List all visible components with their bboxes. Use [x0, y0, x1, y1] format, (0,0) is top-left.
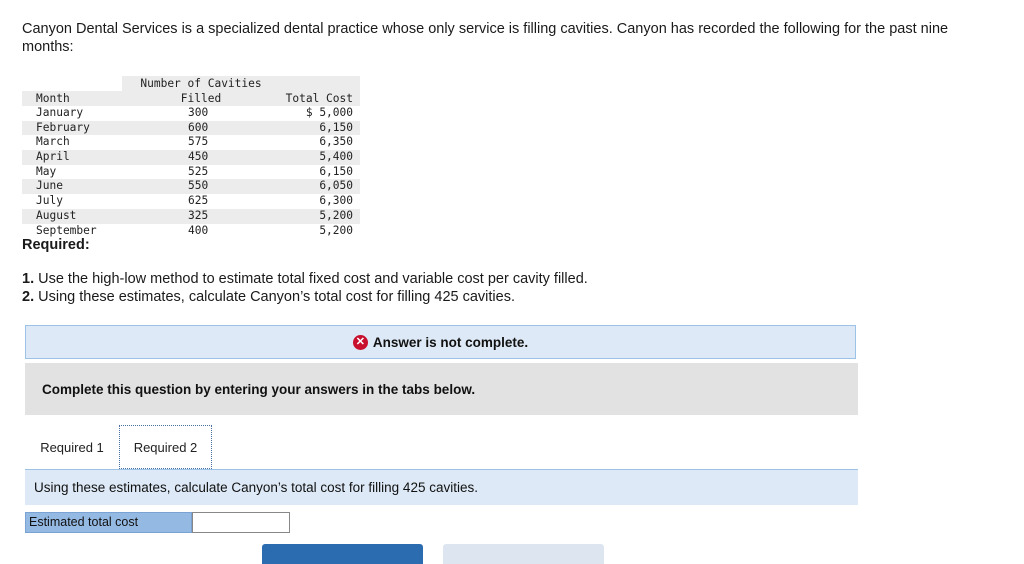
- question-text: Use the high-low method to estimate tota…: [34, 271, 588, 287]
- cell-cavities: 525: [188, 164, 209, 178]
- cell-month: August: [36, 208, 77, 222]
- table-row: March 575 6,350: [22, 135, 360, 150]
- estimated-total-cost-input[interactable]: [192, 512, 290, 533]
- header-month-spacer: [22, 76, 122, 91]
- table-row: June 550 6,050: [22, 179, 360, 195]
- cell-cost: 6,150: [319, 164, 353, 178]
- estimated-total-cost-label: Estimated total cost: [25, 512, 192, 533]
- header-cavities: Filled: [122, 91, 280, 106]
- table-header-bottom: Month Filled Total Cost: [22, 91, 360, 106]
- cell-cavities: 300: [188, 106, 209, 119]
- cell-cost: 5,200: [319, 223, 353, 237]
- x-circle-icon: ✕: [352, 334, 368, 350]
- answer-status-banner: ✕ Answer is not complete.: [25, 325, 856, 359]
- table-body: January 300 $ 5,000 February 600 6,150 M…: [22, 106, 360, 238]
- cell-cost: 6,050: [319, 179, 353, 193]
- cell-month: July: [36, 194, 63, 208]
- cell-cavities: 450: [188, 150, 209, 164]
- instructions-bar: Complete this question by entering your …: [25, 363, 858, 415]
- answer-status-text: Answer is not complete.: [372, 334, 529, 350]
- previous-tab-button[interactable]: [262, 544, 423, 564]
- cell-month: March: [36, 135, 70, 149]
- cell-cost: $ 5,000: [305, 106, 353, 119]
- cell-month: April: [36, 150, 70, 164]
- table-header-top: Number of Cavities: [22, 76, 360, 91]
- table-row: January 300 $ 5,000: [22, 106, 360, 121]
- cell-month: June: [36, 179, 63, 193]
- table-row: September 400 5,200: [22, 224, 360, 239]
- cell-month: May: [36, 164, 57, 178]
- question-number: 1.: [22, 271, 35, 287]
- table-row: May 525 6,150: [22, 165, 360, 180]
- header-cost-spacer: [280, 76, 360, 91]
- required-heading: Required:: [22, 237, 90, 253]
- question-item: 1. Use the high-low method to estimate t…: [22, 270, 588, 288]
- cell-cost: 6,300: [319, 194, 353, 208]
- cell-cost: 5,200: [319, 208, 353, 222]
- table-row: February 600 6,150: [22, 120, 360, 136]
- cost-data-table: Number of Cavities Month Filled Total Co…: [22, 76, 360, 238]
- tab-required-2[interactable]: Required 2: [119, 425, 212, 469]
- cell-cavities: 400: [188, 223, 209, 237]
- question-item: 2. Using these estimates, calculate Cany…: [22, 288, 588, 306]
- intro-text: Canyon Dental Services is a specialized …: [22, 21, 949, 55]
- header-month: Month: [22, 91, 122, 106]
- question-number: 2.: [22, 289, 35, 305]
- cell-cavities: 600: [188, 120, 209, 134]
- tab-required-1[interactable]: Required 1: [26, 425, 118, 469]
- cell-month: September: [36, 223, 97, 237]
- table-row: July 625 6,300: [22, 194, 360, 209]
- question-text: Using these estimates, calculate Canyon’…: [34, 289, 515, 305]
- header-cavities-top: Number of Cavities: [122, 76, 280, 91]
- question-list: 1. Use the high-low method to estimate t…: [22, 270, 588, 306]
- cell-cavities: 625: [188, 194, 209, 208]
- header-cost: Total Cost: [280, 91, 360, 106]
- cell-cavities: 325: [188, 208, 209, 222]
- cell-cavities: 550: [188, 179, 209, 193]
- table-row: April 450 5,400: [22, 150, 360, 165]
- cell-cavities: 575: [188, 135, 209, 149]
- cell-month: January: [36, 106, 84, 119]
- tab-panel-prompt: Using these estimates, calculate Canyon’…: [25, 470, 858, 505]
- next-tab-button[interactable]: [443, 544, 604, 564]
- cell-cost: 6,350: [319, 135, 353, 149]
- cell-cost: 6,150: [319, 120, 353, 134]
- cell-month: February: [36, 120, 90, 134]
- table-row: August 325 5,200: [22, 208, 360, 224]
- cell-cost: 5,400: [319, 150, 353, 164]
